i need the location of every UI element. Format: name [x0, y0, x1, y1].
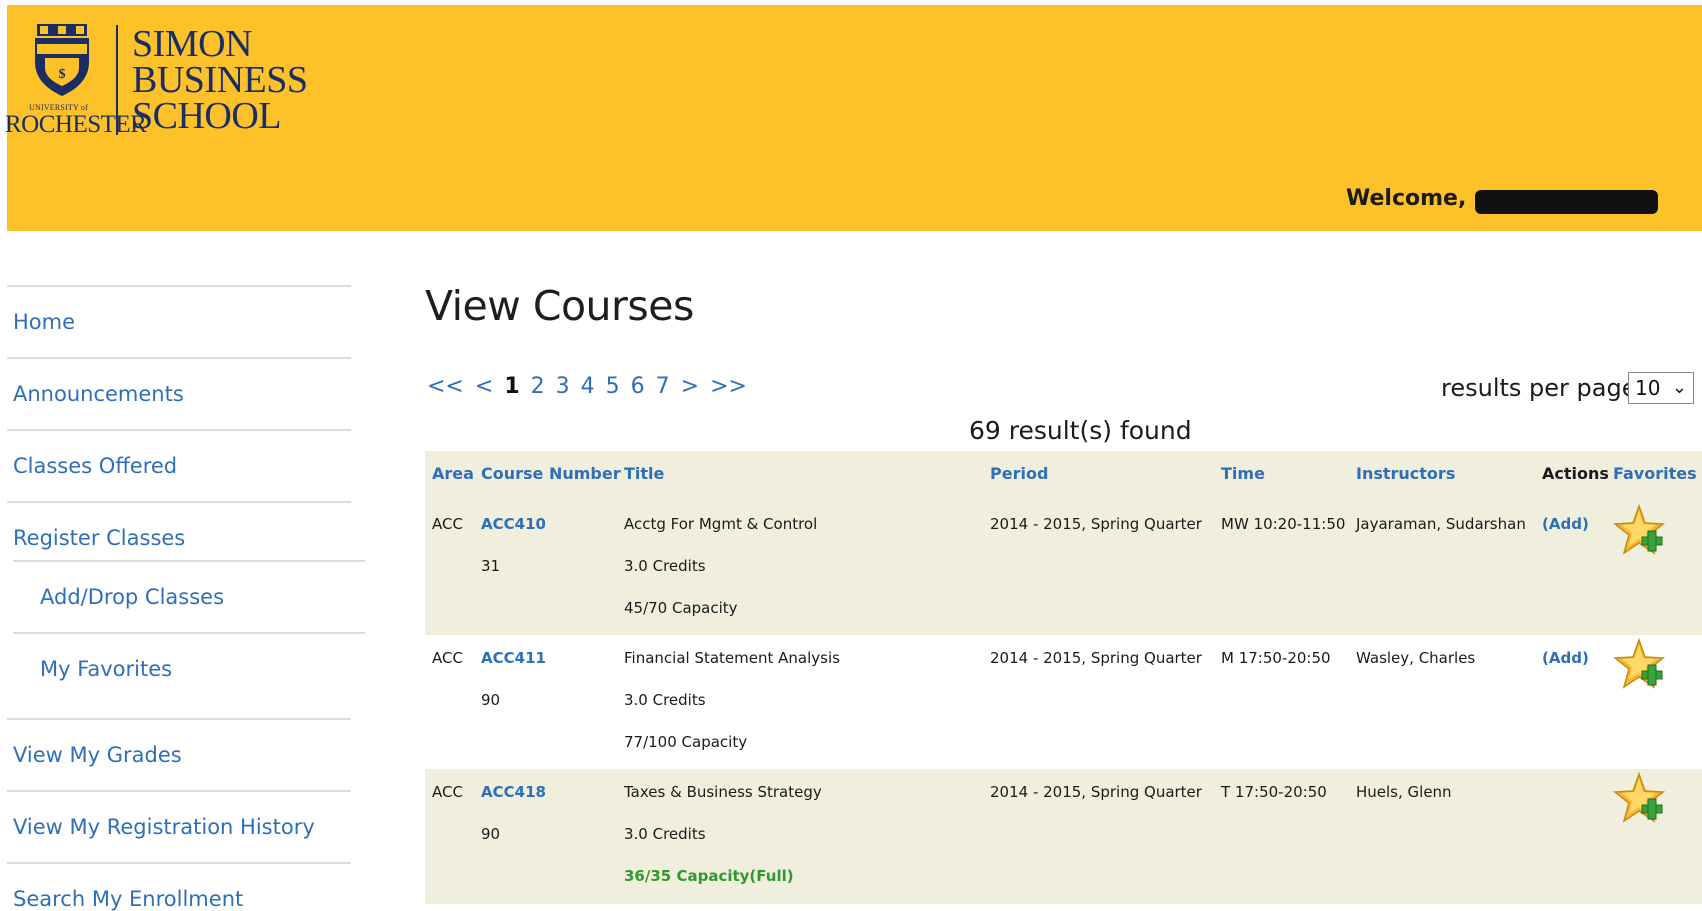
table-row: ACC ACC418 90 Taxes & Business Strategy …: [425, 769, 1702, 904]
nav-divider: [7, 285, 351, 287]
cell-credits: 3.0 Credits: [624, 691, 706, 709]
redacted-username: [1475, 190, 1658, 214]
pager-page-3[interactable]: 3: [556, 374, 570, 399]
cell-course-link[interactable]: ACC418: [481, 783, 546, 801]
col-header-area[interactable]: Area: [432, 464, 474, 483]
sidebar-item-registration-history[interactable]: View My Registration History: [13, 815, 315, 839]
pager-page-1[interactable]: 1: [504, 374, 519, 399]
table-row: ACC ACC410 31 Acctg For Mgmt & Control 3…: [425, 501, 1702, 635]
pager-last[interactable]: >>: [710, 374, 747, 399]
nav-divider: [7, 862, 351, 864]
pager-first[interactable]: <<: [427, 374, 464, 399]
nav-divider: [7, 501, 351, 503]
pager-next[interactable]: >: [681, 374, 699, 399]
cell-capacity: 45/70 Capacity: [624, 599, 738, 617]
school-logo[interactable]: $ UNIVERSITY of ROCHESTER SIMON BUSINESS…: [5, 19, 308, 139]
logo-divider: [116, 25, 118, 135]
cell-credits: 3.0 Credits: [624, 557, 706, 575]
nav-divider: [7, 429, 351, 431]
cell-area: ACC: [432, 783, 463, 801]
cell-period: 2014 - 2015, Spring Quarter: [990, 783, 1202, 801]
cell-period: 2014 - 2015, Spring Quarter: [990, 515, 1202, 533]
pager-page-5[interactable]: 5: [606, 374, 620, 399]
pager-page-2[interactable]: 2: [531, 374, 545, 399]
pager-page-4[interactable]: 4: [581, 374, 595, 399]
logo-school-line-2: BUSINESS: [132, 59, 308, 101]
table-header-row: Area Course Number Title Period Time Ins…: [425, 451, 1702, 501]
cell-time: T 17:50-20:50: [1221, 783, 1327, 801]
sidebar-item-home[interactable]: Home: [13, 310, 75, 334]
nav-divider: [7, 790, 351, 792]
table-row: ACC ACC411 90 Financial Statement Analys…: [425, 635, 1702, 769]
pager-page-6[interactable]: 6: [631, 374, 645, 399]
cell-title: Acctg For Mgmt & Control: [624, 515, 818, 533]
welcome-text: Welcome,: [1346, 186, 1467, 211]
nav-divider: [13, 560, 365, 562]
cell-time: MW 10:20-11:50: [1221, 515, 1346, 533]
cell-title: Taxes & Business Strategy: [624, 783, 822, 801]
cell-area: ACC: [432, 649, 463, 667]
cell-title: Financial Statement Analysis: [624, 649, 840, 667]
cell-capacity: 77/100 Capacity: [624, 733, 748, 751]
cell-instructors: Wasley, Charles: [1356, 649, 1476, 667]
cell-section: 31: [481, 557, 501, 575]
university-crest-icon: $: [35, 24, 89, 96]
results-per-page-select[interactable]: 10 ⌄: [1628, 372, 1694, 404]
cell-section: 90: [481, 691, 501, 709]
results-per-page-value: 10: [1635, 376, 1661, 400]
star-add-icon[interactable]: [1612, 503, 1666, 561]
logo-school-line-3: SCHOOL: [132, 95, 282, 137]
cell-period: 2014 - 2015, Spring Quarter: [990, 649, 1202, 667]
cell-instructors: Jayaraman, Sudarshan: [1356, 515, 1526, 533]
pager-page-7[interactable]: 7: [656, 374, 670, 399]
sidebar-item-classes-offered[interactable]: Classes Offered: [13, 454, 177, 478]
nav-divider: [7, 718, 351, 720]
pagination: << < 1 2 3 4 5 6 7 > >>: [427, 374, 751, 399]
col-header-time[interactable]: Time: [1221, 464, 1265, 483]
nav-divider: [13, 632, 365, 634]
col-header-instructors[interactable]: Instructors: [1356, 464, 1455, 483]
cell-area: ACC: [432, 515, 463, 533]
sidebar-item-announcements[interactable]: Announcements: [13, 382, 184, 406]
cell-capacity-full: 36/35 Capacity(Full): [624, 867, 794, 885]
star-add-icon[interactable]: [1612, 637, 1666, 695]
star-add-icon[interactable]: [1612, 771, 1666, 829]
sidebar-item-register-classes[interactable]: Register Classes: [13, 526, 185, 550]
sidebar-item-view-my-grades[interactable]: View My Grades: [13, 743, 182, 767]
cell-section: 90: [481, 825, 501, 843]
sidebar-item-search-my-enrollment[interactable]: Search My Enrollment: [13, 887, 243, 911]
page-title: View Courses: [425, 282, 694, 330]
results-per-page-label: results per page:: [1441, 374, 1645, 402]
col-header-actions: Actions: [1542, 464, 1609, 483]
col-header-course-number[interactable]: Course Number: [481, 464, 621, 483]
nav-divider: [7, 357, 351, 359]
logo-school-line-1: SIMON: [132, 23, 252, 65]
add-course-link[interactable]: (Add): [1542, 649, 1589, 667]
cell-course-link[interactable]: ACC411: [481, 649, 546, 667]
pager-prev[interactable]: <: [475, 374, 493, 399]
logo-university-name: ROCHESTER: [5, 111, 147, 138]
cell-course-link[interactable]: ACC410: [481, 515, 546, 533]
sidebar-item-my-favorites[interactable]: My Favorites: [40, 657, 172, 681]
cell-instructors: Huels, Glenn: [1356, 783, 1452, 801]
cell-time: M 17:50-20:50: [1221, 649, 1331, 667]
sidebar-item-add-drop-classes[interactable]: Add/Drop Classes: [40, 585, 224, 609]
cell-credits: 3.0 Credits: [624, 825, 706, 843]
chevron-down-icon: ⌄: [1671, 377, 1687, 398]
col-header-period[interactable]: Period: [990, 464, 1048, 483]
svg-text:$: $: [59, 67, 66, 82]
add-course-link[interactable]: (Add): [1542, 515, 1589, 533]
col-header-favorites: Favorites: [1613, 464, 1697, 483]
col-header-title[interactable]: Title: [624, 464, 664, 483]
results-count: 69 result(s) found: [969, 416, 1192, 445]
